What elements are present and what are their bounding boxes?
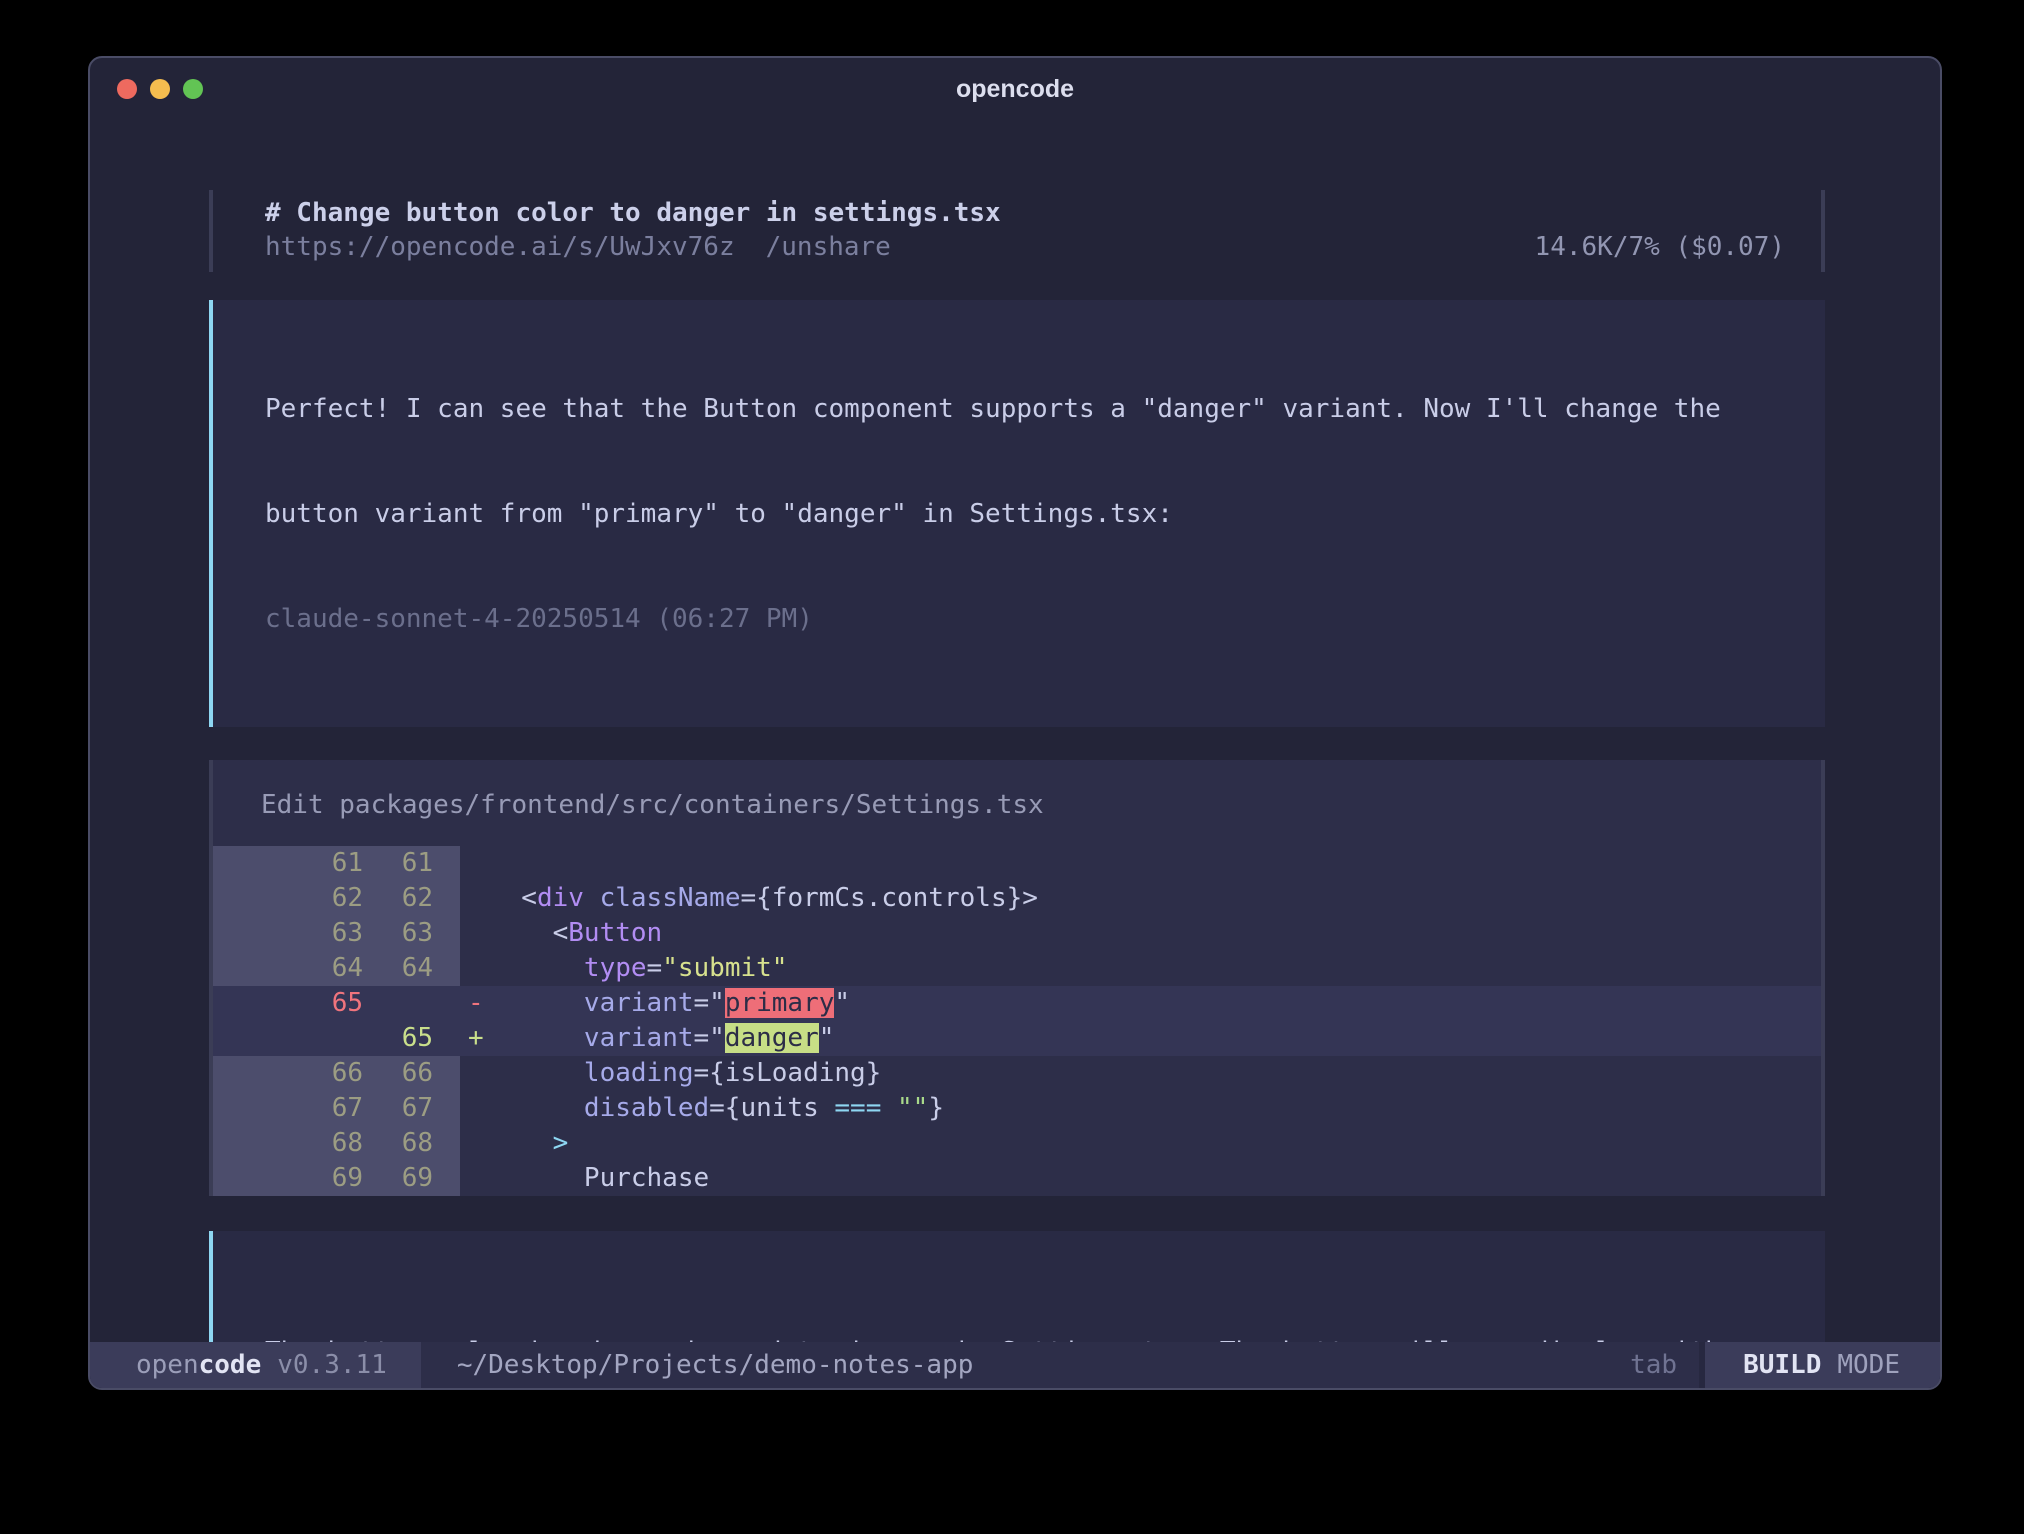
app-version-badge: opencode v0.3.11: [90, 1342, 421, 1388]
diff-gutter: 6969: [213, 1161, 460, 1196]
opencode-terminal-window: opencode # Change button color to danger…: [88, 56, 1942, 1390]
diff-marker: [460, 951, 490, 986]
app-version: v0.3.11: [277, 1350, 387, 1380]
diff-gutter: 6767: [213, 1091, 460, 1126]
new-line-number: 65: [363, 1021, 433, 1056]
diff-marker: [460, 846, 490, 881]
diff-marker: [460, 1091, 490, 1126]
unshare-command[interactable]: /unshare: [766, 232, 891, 262]
new-line-number: 67: [363, 1091, 433, 1126]
diff-code-line: Purchase: [490, 1161, 1821, 1196]
diff-marker: [460, 881, 490, 916]
status-bar: opencode v0.3.11 ~/Desktop/Projects/demo-…: [90, 1342, 1940, 1388]
old-line-number: [213, 1021, 363, 1056]
diff-code-line: variant="primary": [490, 986, 1821, 1021]
tab-key-hint[interactable]: tab: [1630, 1350, 1677, 1380]
diff-code-line: loading={isLoading}: [490, 1056, 1821, 1091]
new-line-number: [363, 986, 433, 1021]
old-line-number: 67: [213, 1091, 363, 1126]
diff-code-line: >: [490, 1126, 1821, 1161]
diff-gutter: 6868: [213, 1126, 460, 1161]
share-url-link[interactable]: https://opencode.ai/s/UwJxv76z: [265, 232, 735, 262]
old-line-number: 66: [213, 1056, 363, 1091]
message-meta: claude-sonnet-4-20250514 (06:27 PM): [265, 602, 1780, 637]
working-directory: ~/Desktop/Projects/demo-notes-app: [457, 1350, 974, 1380]
mode-suffix: MODE: [1837, 1350, 1900, 1380]
diff-row: 6161: [213, 846, 1821, 881]
diff-gutter: 65: [213, 986, 460, 1021]
app-name-bold: code: [199, 1350, 262, 1380]
diff-code-line: [490, 846, 1821, 881]
diff-row: 65 + variant="danger": [213, 1021, 1821, 1056]
minimize-window-button[interactable]: [150, 79, 170, 99]
diff-code-line: variant="danger": [490, 1021, 1821, 1056]
diff-marker: +: [460, 1021, 490, 1056]
diff-gutter: 6363: [213, 916, 460, 951]
diff-row: 6262 <div className={formCs.controls}>: [213, 881, 1821, 916]
window-titlebar: opencode: [90, 58, 1940, 120]
old-line-number: 62: [213, 881, 363, 916]
diff-marker: [460, 916, 490, 951]
session-links: https://opencode.ai/s/UwJxv76z/unshare: [265, 230, 891, 264]
diff-rows: 61616262 <div className={formCs.controls…: [213, 846, 1821, 1196]
edit-tool-header: Edit packages/frontend/src/containers/Se…: [213, 760, 1821, 846]
assistant-message-1: Perfect! I can see that the Button compo…: [209, 300, 1825, 727]
diff-row: 6464 type="submit": [213, 951, 1821, 986]
message-line: Perfect! I can see that the Button compo…: [265, 392, 1780, 427]
diff-row: 65 - variant="primary": [213, 986, 1821, 1021]
app-name-normal: open: [136, 1350, 199, 1380]
diff-gutter: 65: [213, 1021, 460, 1056]
old-line-number: 69: [213, 1161, 363, 1196]
diff-code-line: <div className={formCs.controls}>: [490, 881, 1821, 916]
mode-name: BUILD: [1743, 1350, 1821, 1380]
new-line-number: 69: [363, 1161, 433, 1196]
diff-marker: [460, 1056, 490, 1091]
mode-badge[interactable]: BUILD MODE: [1699, 1342, 1940, 1388]
diff-code-line: type="submit": [490, 951, 1821, 986]
diff-row: 6969 Purchase: [213, 1161, 1821, 1196]
diff-marker: [460, 1126, 490, 1161]
old-line-number: 68: [213, 1126, 363, 1161]
new-line-number: 61: [363, 846, 433, 881]
zoom-window-button[interactable]: [183, 79, 203, 99]
diff-row: 6767 disabled={units === ""}: [213, 1091, 1821, 1126]
diff-gutter: 6161: [213, 846, 460, 881]
old-line-number: 61: [213, 846, 363, 881]
window-title: opencode: [956, 75, 1074, 104]
session-title: # Change button color to danger in setti…: [265, 196, 1785, 230]
diff-marker: -: [460, 986, 490, 1021]
old-line-number: 65: [213, 986, 363, 1021]
diff-row: 6363 <Button: [213, 916, 1821, 951]
context-stats: 14.6K/7% ($0.07): [1535, 230, 1785, 264]
new-line-number: 63: [363, 916, 433, 951]
message-line: button variant from "primary" to "danger…: [265, 497, 1780, 532]
diff-row: 6868 >: [213, 1126, 1821, 1161]
session-subline: https://opencode.ai/s/UwJxv76z/unshare 1…: [265, 230, 1785, 264]
new-line-number: 64: [363, 951, 433, 986]
diff-gutter: 6666: [213, 1056, 460, 1091]
old-line-number: 64: [213, 951, 363, 986]
diff-gutter: 6464: [213, 951, 460, 986]
session-header: # Change button color to danger in setti…: [209, 190, 1825, 272]
new-line-number: 62: [363, 881, 433, 916]
diff-row: 6666 loading={isLoading}: [213, 1056, 1821, 1091]
new-line-number: 66: [363, 1056, 433, 1091]
old-line-number: 63: [213, 916, 363, 951]
edit-tool-block: Edit packages/frontend/src/containers/Se…: [209, 760, 1825, 1196]
diff-code-line: disabled={units === ""}: [490, 1091, 1821, 1126]
terminal-content: # Change button color to danger in setti…: [90, 190, 1940, 1390]
new-line-number: 68: [363, 1126, 433, 1161]
diff-code-line: <Button: [490, 916, 1821, 951]
diff-gutter: 6262: [213, 881, 460, 916]
close-window-button[interactable]: [117, 79, 137, 99]
diff-marker: [460, 1161, 490, 1196]
traffic-lights: [117, 79, 203, 99]
